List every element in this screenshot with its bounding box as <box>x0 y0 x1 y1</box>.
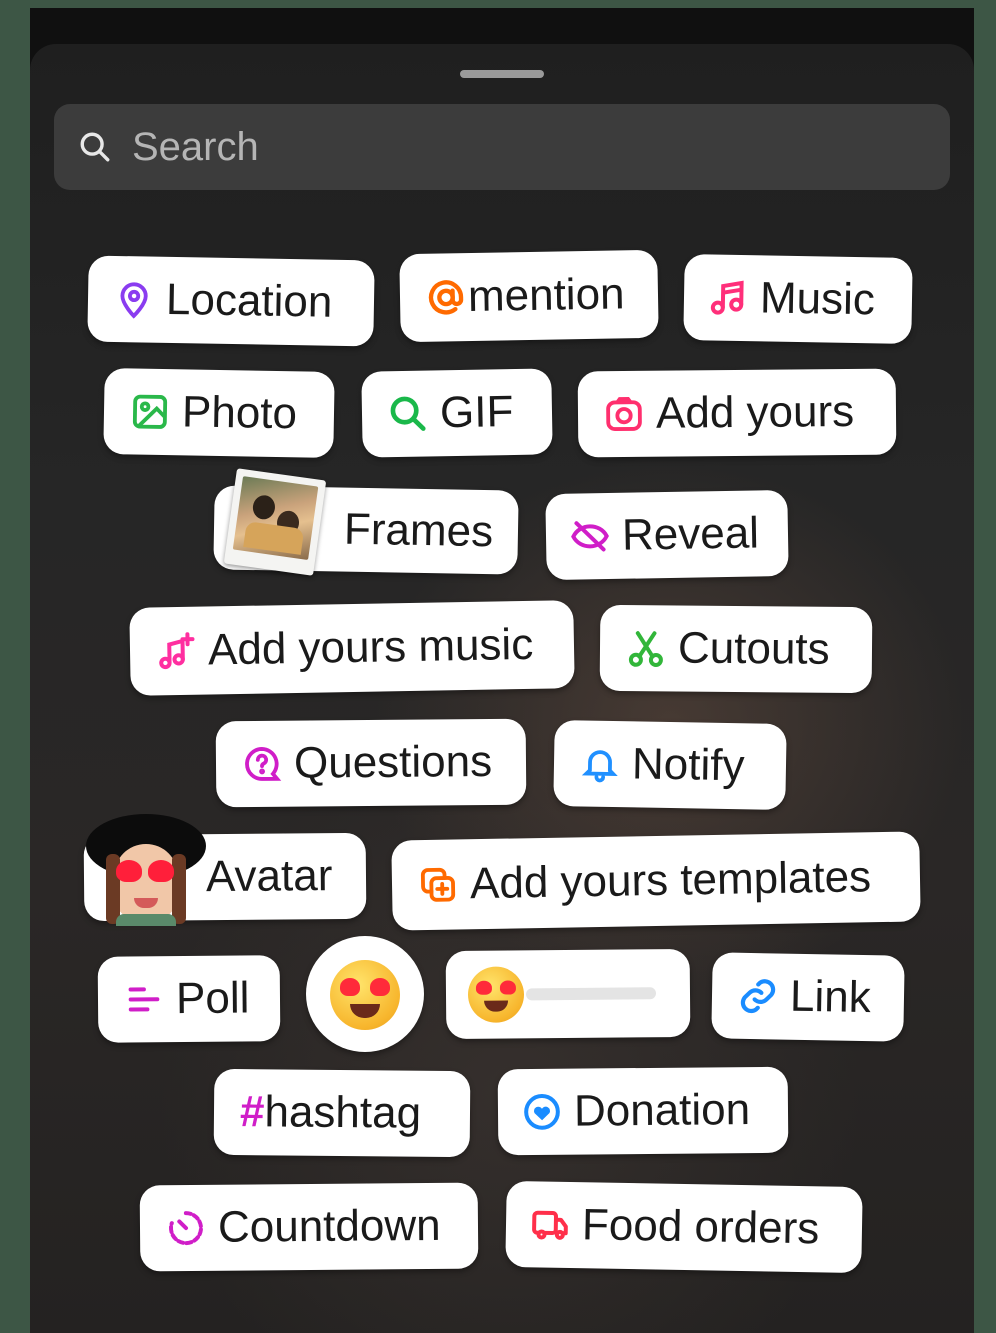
gif-sticker[interactable]: GIF <box>361 368 553 458</box>
phone-screen: Search Location mention Music Photo GIF … <box>30 8 974 1333</box>
gif-label: GIF <box>439 387 514 438</box>
countdown-sticker[interactable]: Countdown <box>139 1182 479 1272</box>
add-yours-music-label: Add yours music <box>207 619 534 675</box>
link-sticker[interactable]: Link <box>711 952 905 1042</box>
heart-eyes-emoji <box>330 960 400 1030</box>
poll-sticker[interactable]: Poll <box>97 955 281 1043</box>
hashtag-sticker[interactable]: # hashtag <box>213 1068 471 1158</box>
image-icon <box>130 391 171 432</box>
add-yours-templates-sticker[interactable]: Add yours templates <box>391 831 921 931</box>
sticker-tray-sheet: Search Location mention Music Photo GIF … <box>30 44 974 1333</box>
notify-label: Notify <box>631 739 745 791</box>
avatar-image <box>86 814 206 926</box>
emoji-reaction-sticker[interactable] <box>306 936 424 1052</box>
food-orders-sticker[interactable]: Food orders <box>505 1180 863 1274</box>
search-icon <box>80 132 110 162</box>
music-label: Music <box>759 273 876 325</box>
slider-track[interactable] <box>525 987 657 1001</box>
eye-off-icon <box>570 516 611 557</box>
music-sticker[interactable]: Music <box>683 254 913 344</box>
reveal-label: Reveal <box>621 508 760 560</box>
food-orders-label: Food orders <box>581 1200 820 1254</box>
frames-label: Frames <box>343 504 494 557</box>
hashtag-icon: # <box>239 1087 265 1137</box>
cutouts-sticker[interactable]: Cutouts <box>599 604 873 694</box>
add-yours-sticker[interactable]: Add yours <box>577 368 897 458</box>
poll-label: Poll <box>175 973 250 1024</box>
delivery-icon <box>530 1204 571 1245</box>
donation-sticker[interactable]: Donation <box>497 1066 789 1156</box>
mention-sticker[interactable]: mention <box>399 249 659 343</box>
search-input[interactable]: Search <box>54 104 950 190</box>
heart-eyes-emoji <box>467 966 525 1023</box>
frames-polaroid-image <box>223 468 327 576</box>
search-placeholder: Search <box>132 125 259 169</box>
location-label: Location <box>165 274 333 327</box>
questions-label: Questions <box>293 736 493 788</box>
add-yours-music-sticker[interactable]: Add yours music <box>129 600 575 696</box>
location-pin-icon <box>114 279 155 320</box>
reveal-sticker[interactable]: Reveal <box>545 489 789 581</box>
location-sticker[interactable]: Location <box>87 255 375 347</box>
photo-sticker[interactable]: Photo <box>103 367 335 459</box>
camera-icon <box>604 394 644 434</box>
link-icon <box>738 976 779 1017</box>
countdown-label: Countdown <box>217 1200 441 1252</box>
add-yours-templates-label: Add yours templates <box>469 852 872 909</box>
search-icon <box>388 394 429 435</box>
poll-bars-icon <box>124 979 164 1019</box>
emoji-slider-sticker[interactable] <box>445 948 691 1040</box>
mention-label: mention <box>467 269 625 322</box>
music-plus-icon <box>156 631 197 672</box>
bell-icon <box>580 743 621 784</box>
hashtag-label: hashtag <box>264 1087 422 1138</box>
add-yours-label: Add yours <box>655 386 855 438</box>
link-label: Link <box>789 971 872 1023</box>
copy-plus-icon <box>418 864 459 905</box>
questions-sticker[interactable]: Questions <box>215 718 527 808</box>
photo-label: Photo <box>181 387 298 439</box>
donation-label: Donation <box>573 1085 751 1136</box>
timer-icon <box>166 1208 206 1248</box>
heart-circle-icon <box>522 1092 562 1132</box>
question-bubble-icon <box>242 744 282 784</box>
drag-handle[interactable] <box>460 70 544 78</box>
cutouts-label: Cutouts <box>677 623 830 674</box>
at-sign-icon <box>426 277 467 318</box>
music-note-icon <box>708 277 749 318</box>
avatar-label: Avatar <box>205 851 333 902</box>
scissors-icon <box>626 628 666 668</box>
notify-sticker[interactable]: Notify <box>553 719 787 811</box>
